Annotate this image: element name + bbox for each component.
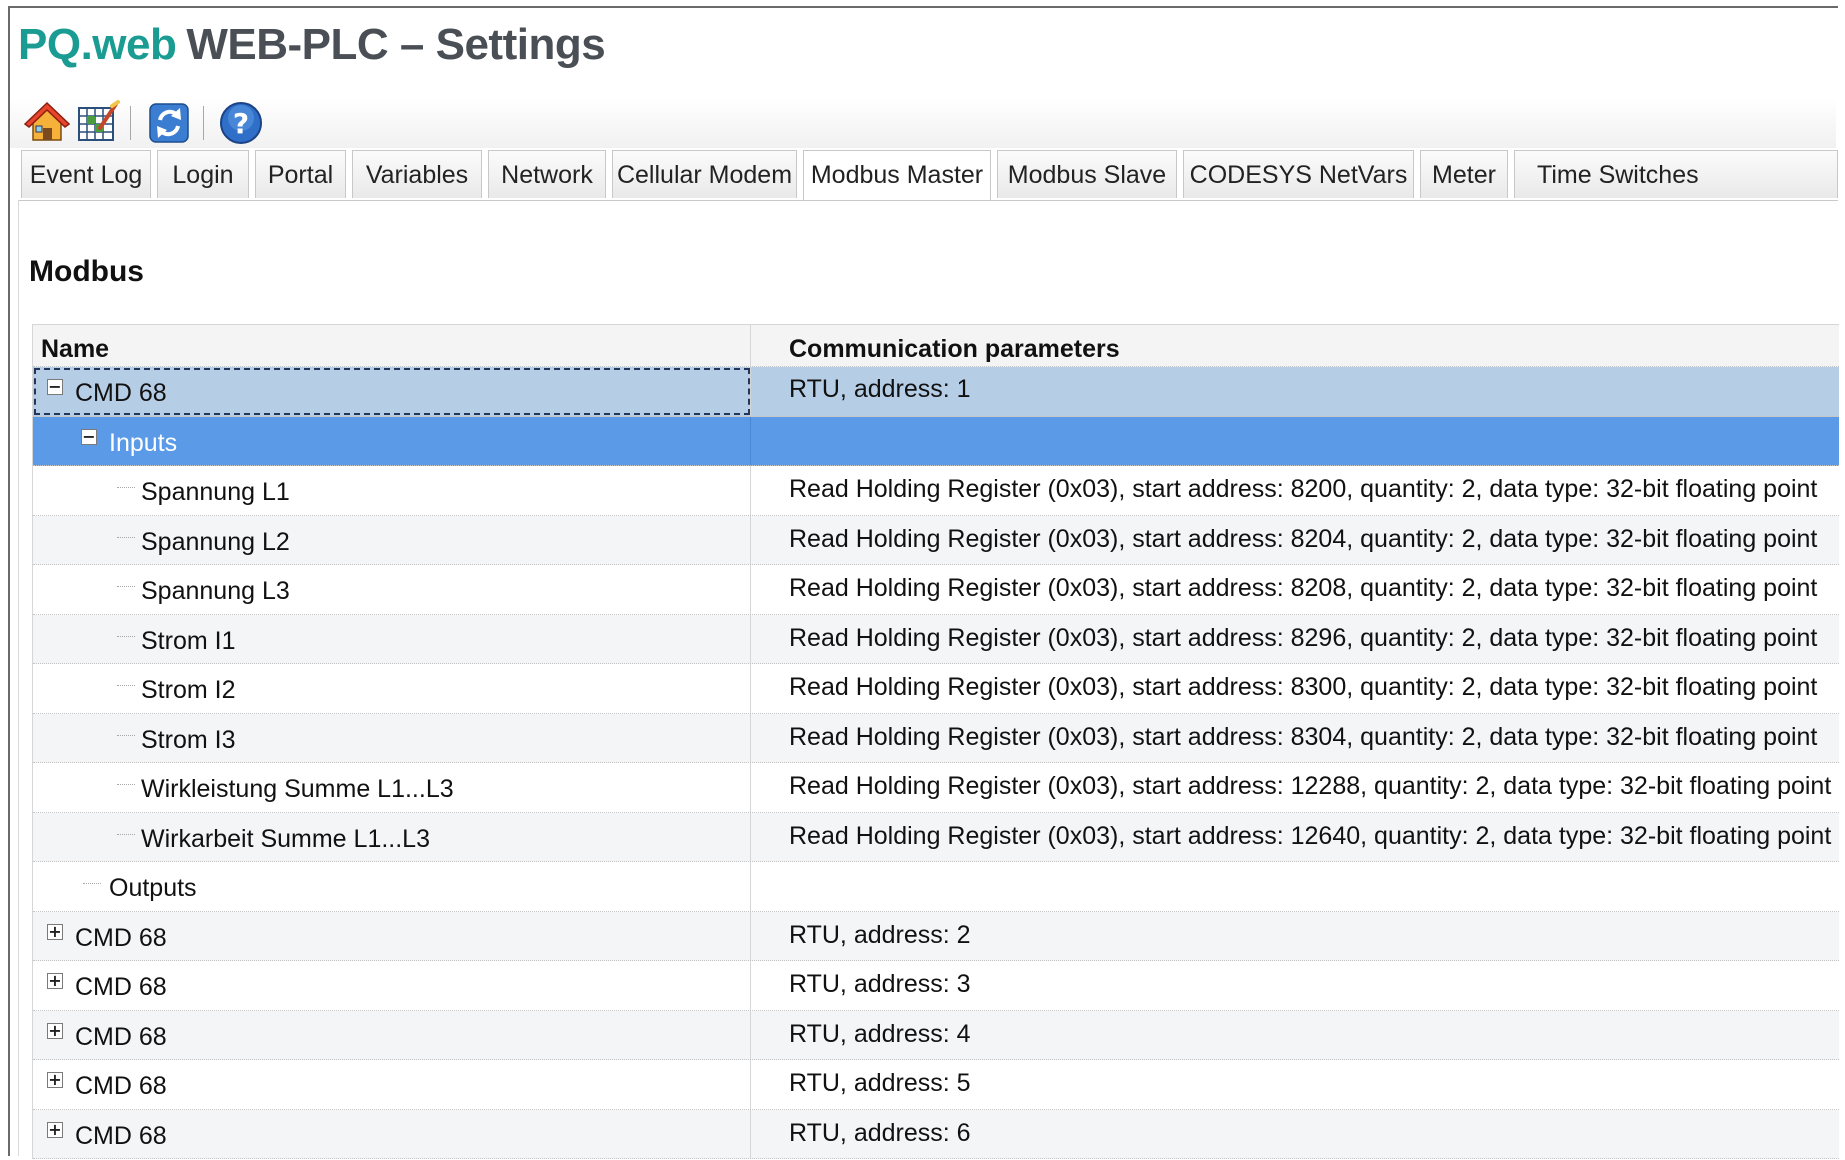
tab-cellular-modem[interactable]: Cellular Modem [612,150,797,198]
table-row[interactable]: Strom I2 Read Holding Register (0x03), s… [33,664,1839,714]
device-params: RTU, address: 4 [789,1019,971,1048]
tree-connector [83,883,101,884]
register-name: Spannung L3 [141,577,290,605]
toolbar-separator [130,106,131,140]
tab-login[interactable]: Login [157,150,249,198]
svg-text:?: ? [233,107,249,140]
device-name: CMD 68 [75,973,167,1001]
toolbar: ? [10,98,1836,148]
device-name: CMD 68 [75,1072,167,1100]
register-name: Strom I1 [141,626,236,655]
register-params: Read Holding Register (0x03), start addr… [789,772,1832,800]
tree-connector [117,635,135,637]
expand-icon[interactable]: + [47,973,63,989]
tab-codesys-netvars[interactable]: CODESYS NetVars [1183,150,1414,198]
device-params: RTU, address: 3 [789,970,971,998]
grid-icon[interactable] [74,100,120,146]
app-brand: PQ.web [18,20,177,69]
table-header: Name Communication parameters [33,325,1839,367]
register-params: Read Holding Register (0x03), start addr… [789,623,1818,652]
table-row[interactable]: Strom I1 Read Holding Register (0x03), s… [33,614,1839,664]
tree-connector [117,685,135,686]
device-name: CMD 68 [75,379,167,407]
expand-icon[interactable]: + [47,923,63,940]
tab-event-log[interactable]: Event Log [21,150,151,198]
register-params: Read Holding Register (0x03), start addr… [789,673,1818,701]
table-row[interactable]: − CMD 68 RTU, address: 1 [33,367,1839,417]
register-params: Read Holding Register (0x03), start addr… [789,524,1818,553]
collapse-icon[interactable]: − [47,379,63,395]
tab-modbus-master[interactable]: Modbus Master [803,150,991,200]
tab-time-switches[interactable]: Time Switches [1514,150,1838,198]
table-row[interactable]: + CMD 68 RTU, address: 5 [33,1060,1839,1110]
expand-icon[interactable]: + [47,1121,63,1138]
folder-name: Inputs [109,428,178,457]
register-name: Strom I3 [141,725,236,754]
tree-connector [117,784,135,785]
register-params: Read Holding Register (0x03), start addr… [789,475,1818,503]
table-row[interactable]: Strom I3 Read Holding Register (0x03), s… [33,713,1839,763]
tree-connector [117,586,135,587]
column-header-params[interactable]: Communication parameters [751,325,1839,366]
table-row[interactable]: Spannung L1 Read Holding Register (0x03)… [33,466,1839,516]
device-name: CMD 68 [75,923,167,952]
tree-connector [117,487,135,488]
help-icon[interactable]: ? [218,100,264,146]
toolbar-separator [203,106,204,140]
table-row[interactable]: Outputs [33,862,1839,912]
app-title: PQ.web WEB-PLC – Settings [18,20,606,80]
register-name: Spannung L1 [141,478,290,506]
register-name: Spannung L2 [141,527,290,556]
collapse-icon[interactable]: − [81,428,97,445]
tab-portal[interactable]: Portal [255,150,346,198]
table-row[interactable]: + CMD 68 RTU, address: 3 [33,961,1839,1011]
column-header-name[interactable]: Name [33,325,751,366]
tab-modbus-slave[interactable]: Modbus Slave [997,150,1177,198]
register-params: Read Holding Register (0x03), start addr… [789,574,1818,602]
register-name: Strom I2 [141,676,236,704]
register-params: Read Holding Register (0x03), start addr… [789,722,1818,751]
tree-connector [117,833,135,835]
tab-network[interactable]: Network [488,150,606,198]
table-row[interactable]: + CMD 68 RTU, address: 6 [33,1109,1839,1159]
tree-connector [117,536,135,538]
table-row[interactable]: − Inputs [33,416,1839,466]
section-title: Modbus [29,255,144,288]
table-row[interactable]: + CMD 68 RTU, address: 4 [33,1010,1839,1060]
tree-connector [117,734,135,736]
tab-meter[interactable]: Meter [1420,150,1508,198]
refresh-icon[interactable] [146,100,192,146]
tab-variables[interactable]: Variables [352,150,482,198]
register-name: Wirkleistung Summe L1...L3 [141,775,454,803]
expand-icon[interactable]: + [47,1022,63,1039]
device-params: RTU, address: 6 [789,1118,971,1147]
table-row[interactable]: Spannung L3 Read Holding Register (0x03)… [33,565,1839,615]
device-name: CMD 68 [75,1022,167,1051]
register-params: Read Holding Register (0x03), start addr… [789,821,1832,850]
table-row[interactable]: + CMD 68 RTU, address: 2 [33,911,1839,961]
expand-icon[interactable]: + [47,1072,63,1088]
folder-name: Outputs [109,874,197,902]
device-name: CMD 68 [75,1121,167,1150]
device-params: RTU, address: 1 [789,375,971,403]
table-row[interactable]: Wirkarbeit Summe L1...L3 Read Holding Re… [33,812,1839,862]
device-params: RTU, address: 2 [789,920,971,949]
modbus-tree-grid: Name Communication parameters − CMD 68 R… [32,324,1839,1159]
register-name: Wirkarbeit Summe L1...L3 [141,824,430,853]
tab-bar: Event Log Login Portal Variables Network… [18,148,1838,201]
home-icon[interactable] [24,100,70,146]
table-row[interactable]: Spannung L2 Read Holding Register (0x03)… [33,515,1839,565]
app-page-title: WEB-PLC – Settings [186,20,606,69]
table-row[interactable]: Wirkleistung Summe L1...L3 Read Holding … [33,763,1839,813]
device-params: RTU, address: 5 [789,1069,971,1097]
